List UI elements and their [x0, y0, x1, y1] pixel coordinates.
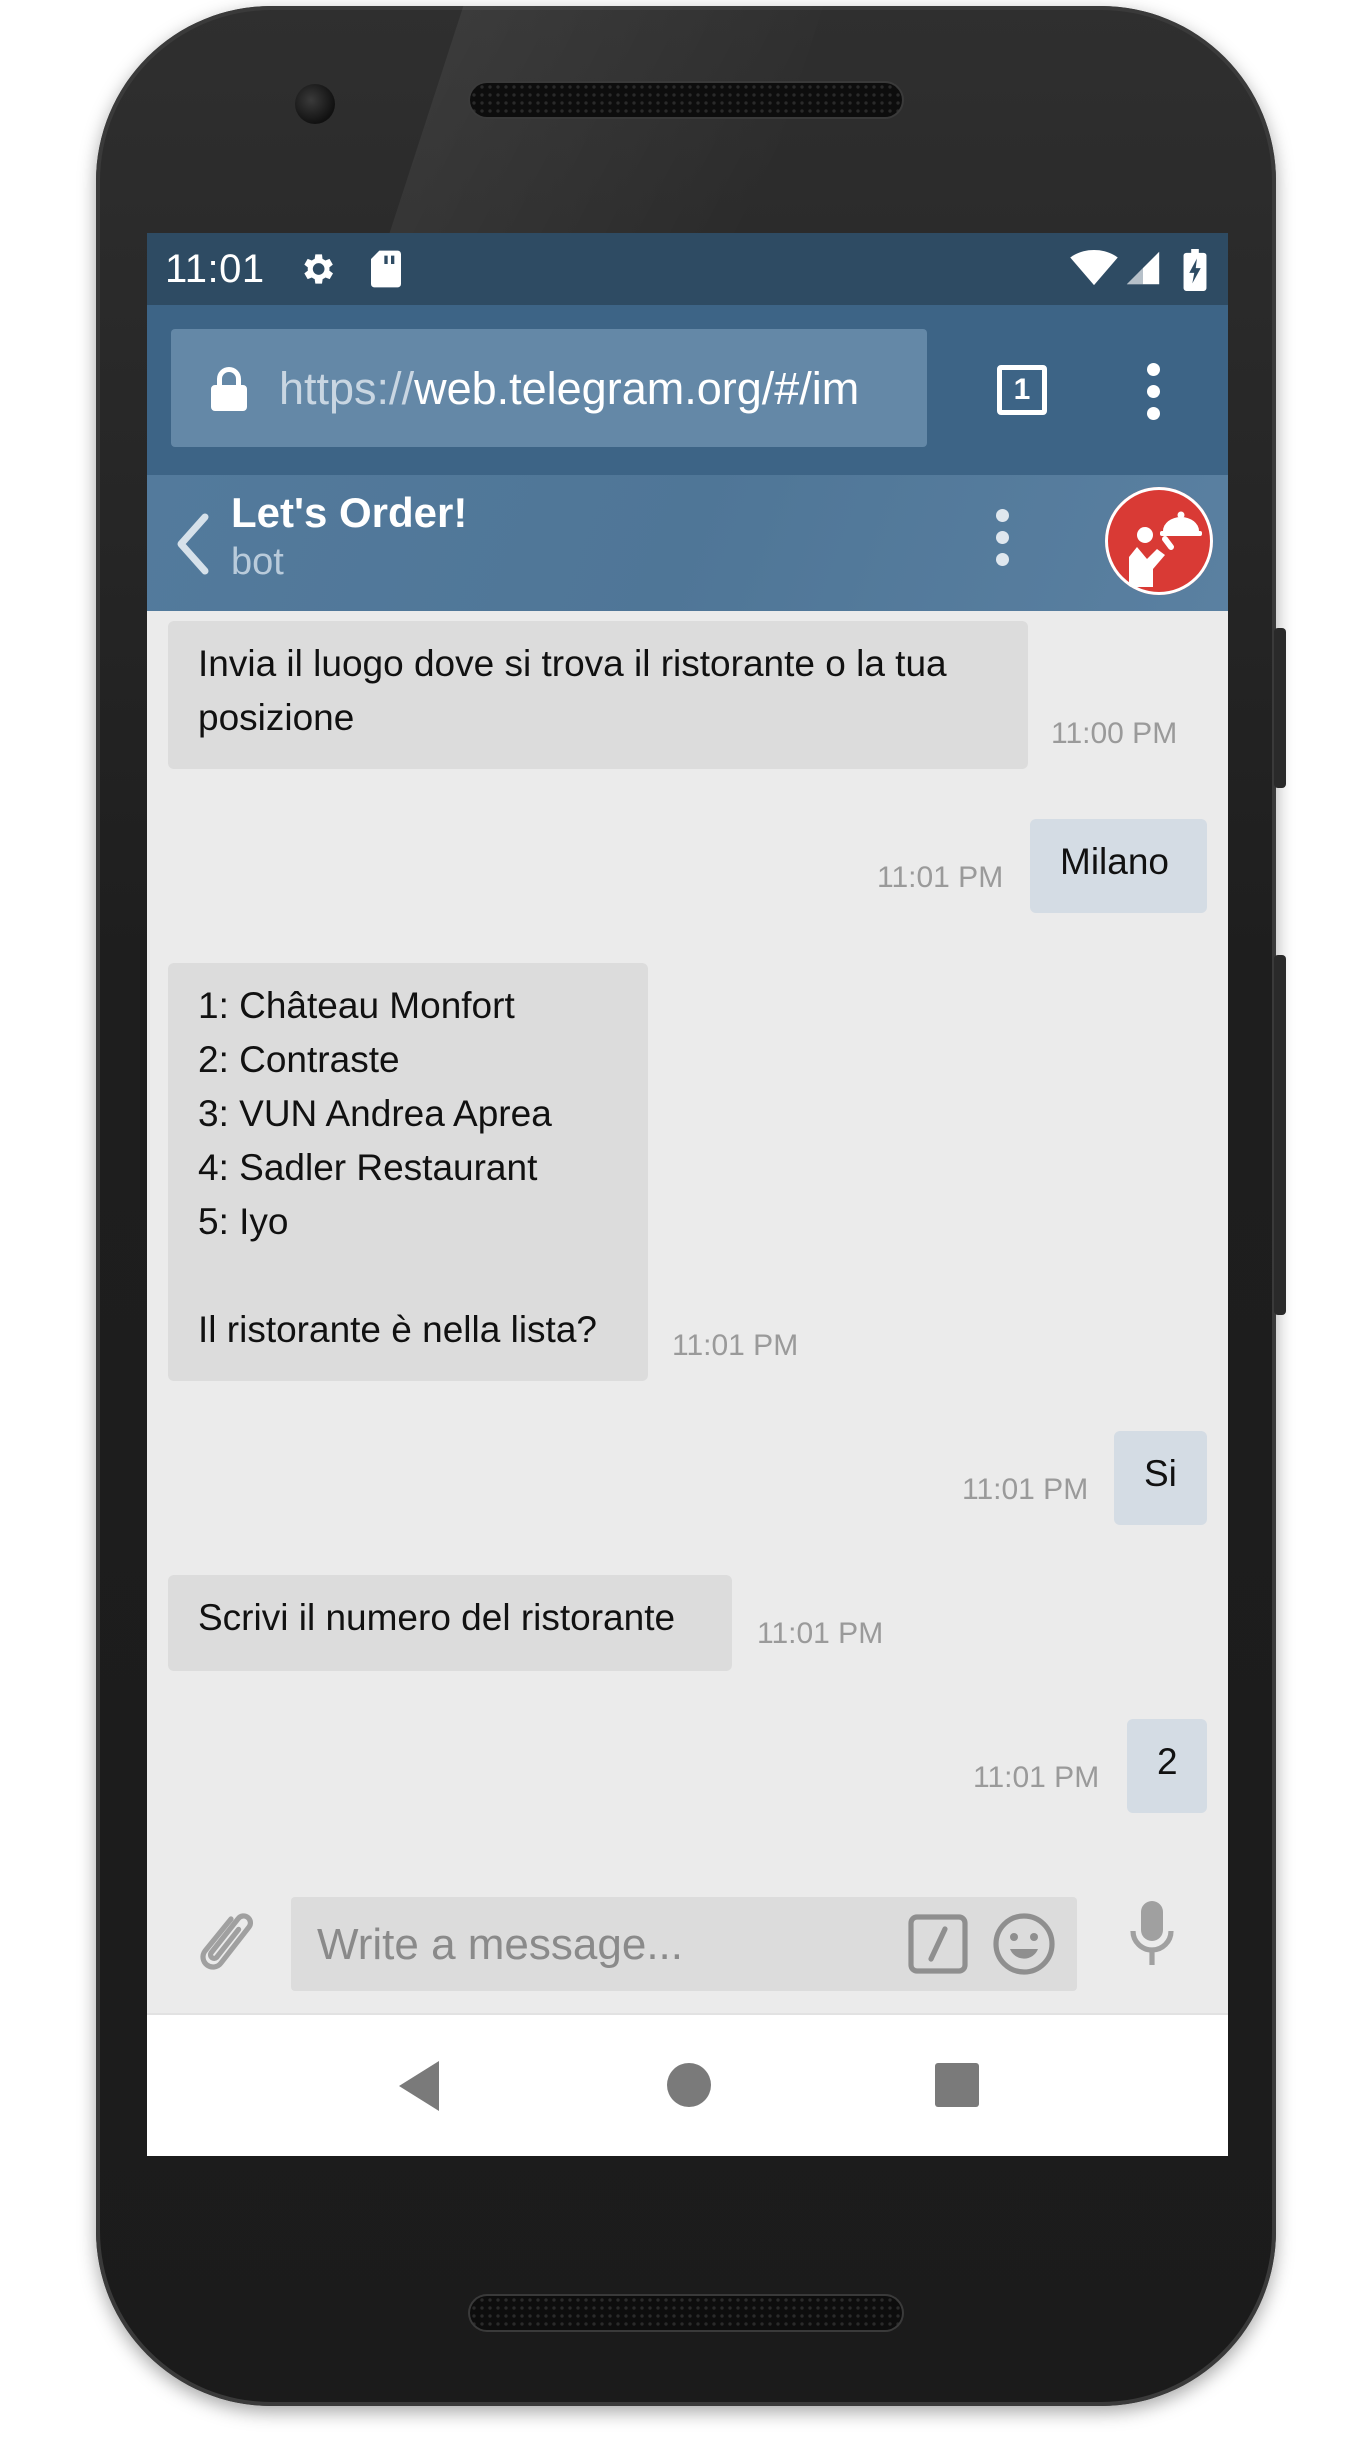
- message-bubble-outgoing: Si: [1114, 1431, 1207, 1525]
- sd-card-icon: [369, 249, 403, 294]
- signal-icon: [1125, 249, 1161, 292]
- message-input[interactable]: [315, 1911, 879, 1979]
- message-bubble-incoming: Invia il luogo dove si trova il ristoran…: [168, 621, 1028, 769]
- chat-menu-icon[interactable]: [996, 509, 1010, 575]
- bottom-speaker-grille: [470, 2296, 902, 2330]
- url-scheme: https://: [279, 363, 415, 414]
- system-nav-bar: [147, 2013, 1228, 2156]
- browser-toolbar: https://web.telegram.org/#/im 1: [147, 305, 1228, 475]
- avatar-waiter-icon[interactable]: [1105, 487, 1213, 595]
- url-host-path: web.telegram.org/#/im: [414, 363, 860, 414]
- message-bubble-outgoing: Milano: [1030, 819, 1207, 913]
- lock-icon: [211, 367, 247, 416]
- message-bubble-incoming: 1: Château Monfort 2: Contraste 3: VUN A…: [168, 963, 648, 1381]
- message-bubble-incoming: Scrivi il numero del ristorante: [168, 1575, 732, 1671]
- message-time: 11:01 PM: [672, 1329, 799, 1362]
- message-time: 11:01 PM: [973, 1761, 1100, 1794]
- message-input-box[interactable]: [291, 1897, 1077, 1991]
- battery-charging-icon: [1183, 249, 1207, 296]
- message-time: 11:01 PM: [877, 861, 1004, 894]
- gear-icon: [297, 249, 337, 294]
- status-time: 11:01: [165, 247, 265, 291]
- wifi-icon: [1069, 249, 1119, 292]
- microphone-icon[interactable]: [1127, 1899, 1177, 1974]
- chat-header: Let's Order! bot: [147, 475, 1228, 611]
- phone-screen: 11:01 https://web.telegram.org/#/im 1 Le…: [147, 233, 1228, 2156]
- message-time: 11:01 PM: [757, 1617, 884, 1650]
- url-text: https://web.telegram.org/#/im: [279, 363, 909, 415]
- volume-rocker: [1274, 955, 1286, 1315]
- nav-home-icon[interactable]: [667, 2063, 711, 2107]
- browser-menu-icon[interactable]: [1147, 363, 1161, 429]
- message-bubble-outgoing: 2: [1127, 1719, 1207, 1813]
- message-time: 11:01 PM: [962, 1473, 1089, 1506]
- emoji-icon[interactable]: [991, 1911, 1057, 1982]
- tabs-icon[interactable]: 1: [997, 365, 1047, 415]
- tab-count: 1: [1013, 373, 1031, 406]
- bot-command-icon[interactable]: [907, 1913, 969, 1980]
- power-button: [1274, 628, 1286, 788]
- message-composer: [147, 1873, 1228, 2013]
- top-speaker-grille: [470, 83, 902, 117]
- chat-title[interactable]: Let's Order!: [231, 489, 467, 537]
- url-field[interactable]: https://web.telegram.org/#/im: [171, 329, 927, 447]
- message-time: 11:00 PM: [1051, 717, 1178, 750]
- status-bar: 11:01: [147, 233, 1228, 305]
- chat-subtitle: bot: [231, 541, 284, 583]
- nav-recents-icon[interactable]: [935, 2063, 979, 2107]
- paperclip-icon[interactable]: [191, 1903, 255, 1988]
- front-camera: [295, 84, 335, 124]
- nav-back-icon[interactable]: [395, 2059, 443, 2118]
- back-arrow-icon[interactable]: [175, 513, 211, 580]
